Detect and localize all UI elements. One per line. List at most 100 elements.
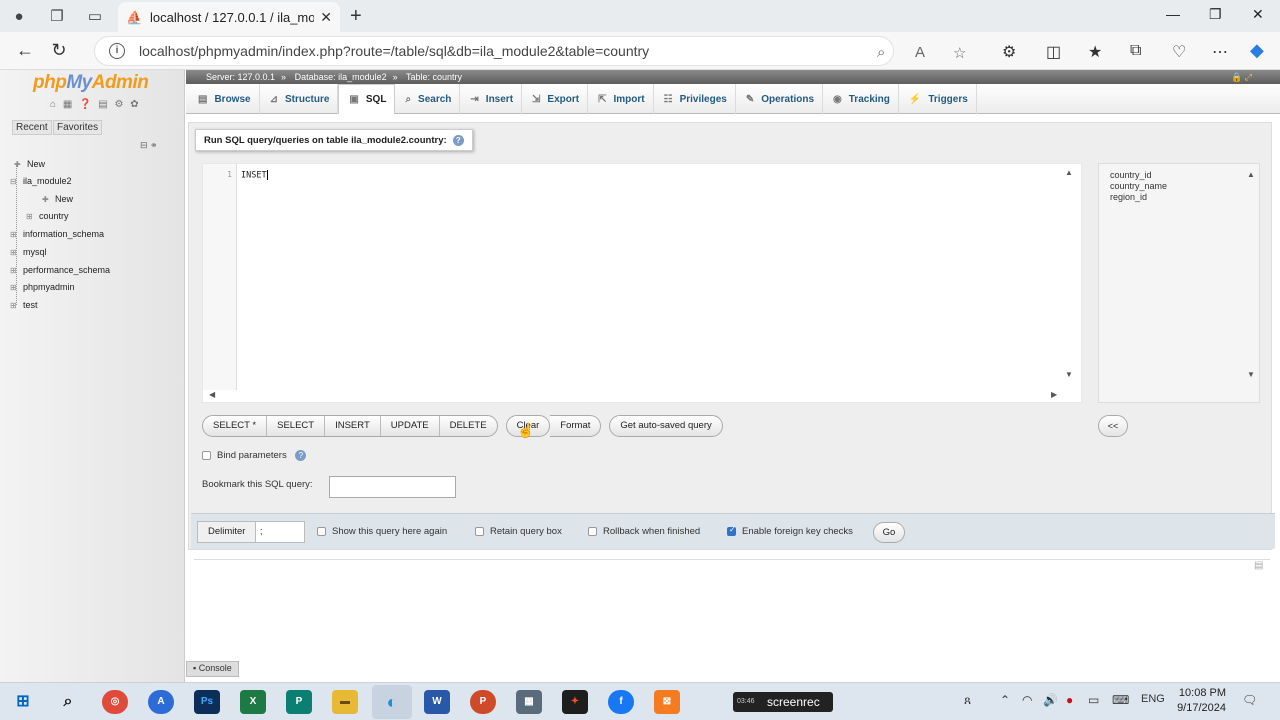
format-button[interactable]: Format [550, 415, 602, 437]
tab-tracking[interactable]: ◉ Tracking [823, 84, 899, 114]
close-icon[interactable]: ✕ [320, 9, 332, 26]
show-query-again-checkbox[interactable] [317, 526, 326, 536]
bind-parameters-checkbox[interactable] [202, 450, 211, 460]
console-toggle[interactable]: ▪ Console [186, 661, 239, 677]
bookmark-input[interactable] [329, 476, 456, 498]
tab-sql[interactable]: ▣ SQL [338, 84, 396, 114]
minimize-icon[interactable]: — [1166, 6, 1180, 22]
page-settings-icon[interactable]: ▤ [1254, 560, 1263, 571]
figma-icon[interactable]: ✦ [562, 690, 588, 714]
tab-import[interactable]: ⇱ Import [588, 84, 654, 114]
help-icon[interactable]: ? [295, 450, 307, 461]
keyboard-app-icon[interactable]: ▦ [516, 690, 542, 714]
browser-tab-active[interactable]: ⛵ localhost / 127.0.0.1 / ila_module2 ✕ [118, 2, 340, 32]
nav-tab-recent[interactable]: Recent [12, 120, 52, 135]
tree-item-information-schema[interactable]: ⊞ information_schema [10, 229, 104, 239]
tree-item-new-table[interactable]: ✚ New [42, 194, 73, 204]
new-tab-icon[interactable]: + [350, 5, 362, 28]
rollback-checkbox[interactable] [588, 526, 597, 536]
tab-insert[interactable]: ⇥ Insert [460, 84, 523, 114]
tab-operations[interactable]: ✎ Operations [736, 84, 824, 114]
windows-start-icon[interactable]: ⊞ [10, 690, 36, 714]
breadcrumb-table[interactable]: Table: country [406, 72, 462, 82]
show-query-again-option[interactable]: Show this query here again [317, 526, 447, 537]
column-item[interactable]: country_name [1110, 181, 1167, 191]
tab-export[interactable]: ⇲ Export [522, 84, 589, 114]
people-icon[interactable]: ጸ [964, 693, 971, 708]
retain-query-box-option[interactable]: Retain query box [475, 526, 562, 537]
keyboard-icon[interactable]: ⌨ [1112, 693, 1129, 707]
powerpoint-icon[interactable]: P [470, 690, 496, 714]
edge-active-bg[interactable]: ◐ [372, 685, 412, 719]
browser-essentials-icon[interactable]: ♡ [1172, 42, 1186, 62]
breadcrumb-server[interactable]: Server: 127.0.0.1 [206, 72, 275, 82]
chrome-icon[interactable]: ◎ [102, 690, 128, 714]
tab-triggers[interactable]: ⚡ Triggers [899, 84, 977, 114]
record-icon[interactable]: ● [1066, 693, 1073, 707]
bind-parameters-option[interactable]: Bind parameters ? [202, 450, 307, 461]
go-button[interactable]: Go [873, 522, 905, 543]
file-explorer-icon[interactable]: ▬ [332, 690, 358, 714]
copilot-icon[interactable]: ◆ [1250, 40, 1264, 61]
foreign-key-checks-checkbox[interactable] [727, 525, 736, 536]
favorites-icon[interactable]: ★ [1088, 42, 1102, 62]
chevron-up-icon[interactable]: ⌃ [1000, 693, 1010, 707]
sql-editor[interactable]: 1 INSET ▲ ▼ ◀ ▶ [202, 163, 1082, 403]
site-info-icon[interactable]: i [109, 43, 125, 59]
tree-item-ila-module2[interactable]: ⊟ ila_module2 [10, 176, 72, 186]
clock[interactable]: 10:08 PM 9/17/2024 [1172, 686, 1226, 716]
publisher-icon[interactable]: P [286, 690, 312, 714]
tree-item-phpmyadmin[interactable]: ⊞ phpmyadmin [10, 282, 75, 292]
scroll-right-icon[interactable]: ▶ [1051, 390, 1057, 399]
word-icon[interactable]: W [424, 690, 450, 714]
scroll-down-icon[interactable]: ▼ [1247, 370, 1255, 379]
rollback-option[interactable]: Rollback when finished [588, 526, 700, 537]
scroll-up-icon[interactable]: ▲ [1065, 168, 1073, 177]
retain-query-box-checkbox[interactable] [475, 526, 484, 536]
columns-list[interactable]: country_id country_name region_id ▲ ▼ [1098, 163, 1260, 403]
address-bar[interactable]: i localhost/phpmyadmin/index.php?route=/… [94, 36, 966, 66]
wifi-icon[interactable]: ◠ [1022, 693, 1032, 707]
lock-icon[interactable]: 🔒 ⤢ [1231, 72, 1252, 83]
nav-quick-icons[interactable]: ⌂ ▦ ❓ ▤ ⚙ ✿ [50, 99, 141, 110]
sql-query-text[interactable]: INSET [241, 170, 268, 181]
more-icon[interactable]: ⋯ [1212, 42, 1228, 62]
nav-tab-favorites[interactable]: Favorites [53, 120, 103, 135]
select-star-button[interactable]: SELECT * [203, 416, 268, 436]
breadcrumb-database[interactable]: Database: ila_module2 [295, 72, 387, 82]
app-store-icon[interactable]: A [148, 690, 174, 714]
delete-button[interactable]: DELETE [440, 416, 497, 436]
column-item[interactable]: country_id [1110, 170, 1152, 180]
tab-search[interactable]: ⌕ Search [395, 84, 461, 114]
search-icon[interactable]: ⌕ [55, 690, 81, 714]
profile-icon[interactable]: ● [8, 5, 30, 27]
collections-icon[interactable]: ⧉ [1130, 42, 1141, 60]
volume-icon[interactable]: 🔊 [1043, 693, 1058, 707]
tree-item-country[interactable]: ⊞ country [26, 211, 69, 221]
foreign-key-checks-option[interactable]: Enable foreign key checks [727, 525, 853, 537]
notifications-icon[interactable]: 🗨 [1242, 693, 1257, 707]
zoom-icon[interactable]: ⌕ [877, 44, 885, 61]
refresh-icon[interactable]: ↻ [42, 40, 76, 61]
scroll-down-icon[interactable]: ▼ [1065, 370, 1073, 379]
help-icon[interactable]: ? [452, 135, 464, 146]
insert-button[interactable]: INSERT [325, 416, 381, 436]
phpmyadmin-logo[interactable]: phpMyAdmin [33, 72, 149, 94]
tree-item-mysql[interactable]: ⊞ mysql [10, 247, 47, 257]
scroll-left-icon[interactable]: ◀ [209, 390, 215, 399]
column-item[interactable]: region_id [1110, 192, 1147, 202]
scroll-up-icon[interactable]: ▲ [1247, 170, 1255, 179]
screenrec-widget[interactable]: 03:46 screenrec [733, 692, 833, 712]
tab-actions-icon[interactable]: ▭ [84, 5, 106, 27]
maximize-icon[interactable]: ❐ [1209, 6, 1222, 23]
window-close-icon[interactable]: ✕ [1252, 6, 1264, 23]
get-autosaved-query-button[interactable]: Get auto-saved query [609, 415, 723, 437]
tab-browse[interactable]: ▤ Browse [188, 84, 260, 114]
tree-item-test[interactable]: ⊞ test [10, 300, 38, 310]
tree-item-new-root[interactable]: ✚ New [14, 159, 45, 169]
language-indicator[interactable]: ENG [1141, 693, 1165, 705]
photoshop-icon[interactable]: Ps [194, 690, 220, 714]
tree-item-performance-schema[interactable]: ⊞ performance_schema [10, 265, 110, 275]
back-icon[interactable]: ← [8, 40, 42, 61]
extensions-icon[interactable]: ⚙ [1002, 42, 1016, 62]
